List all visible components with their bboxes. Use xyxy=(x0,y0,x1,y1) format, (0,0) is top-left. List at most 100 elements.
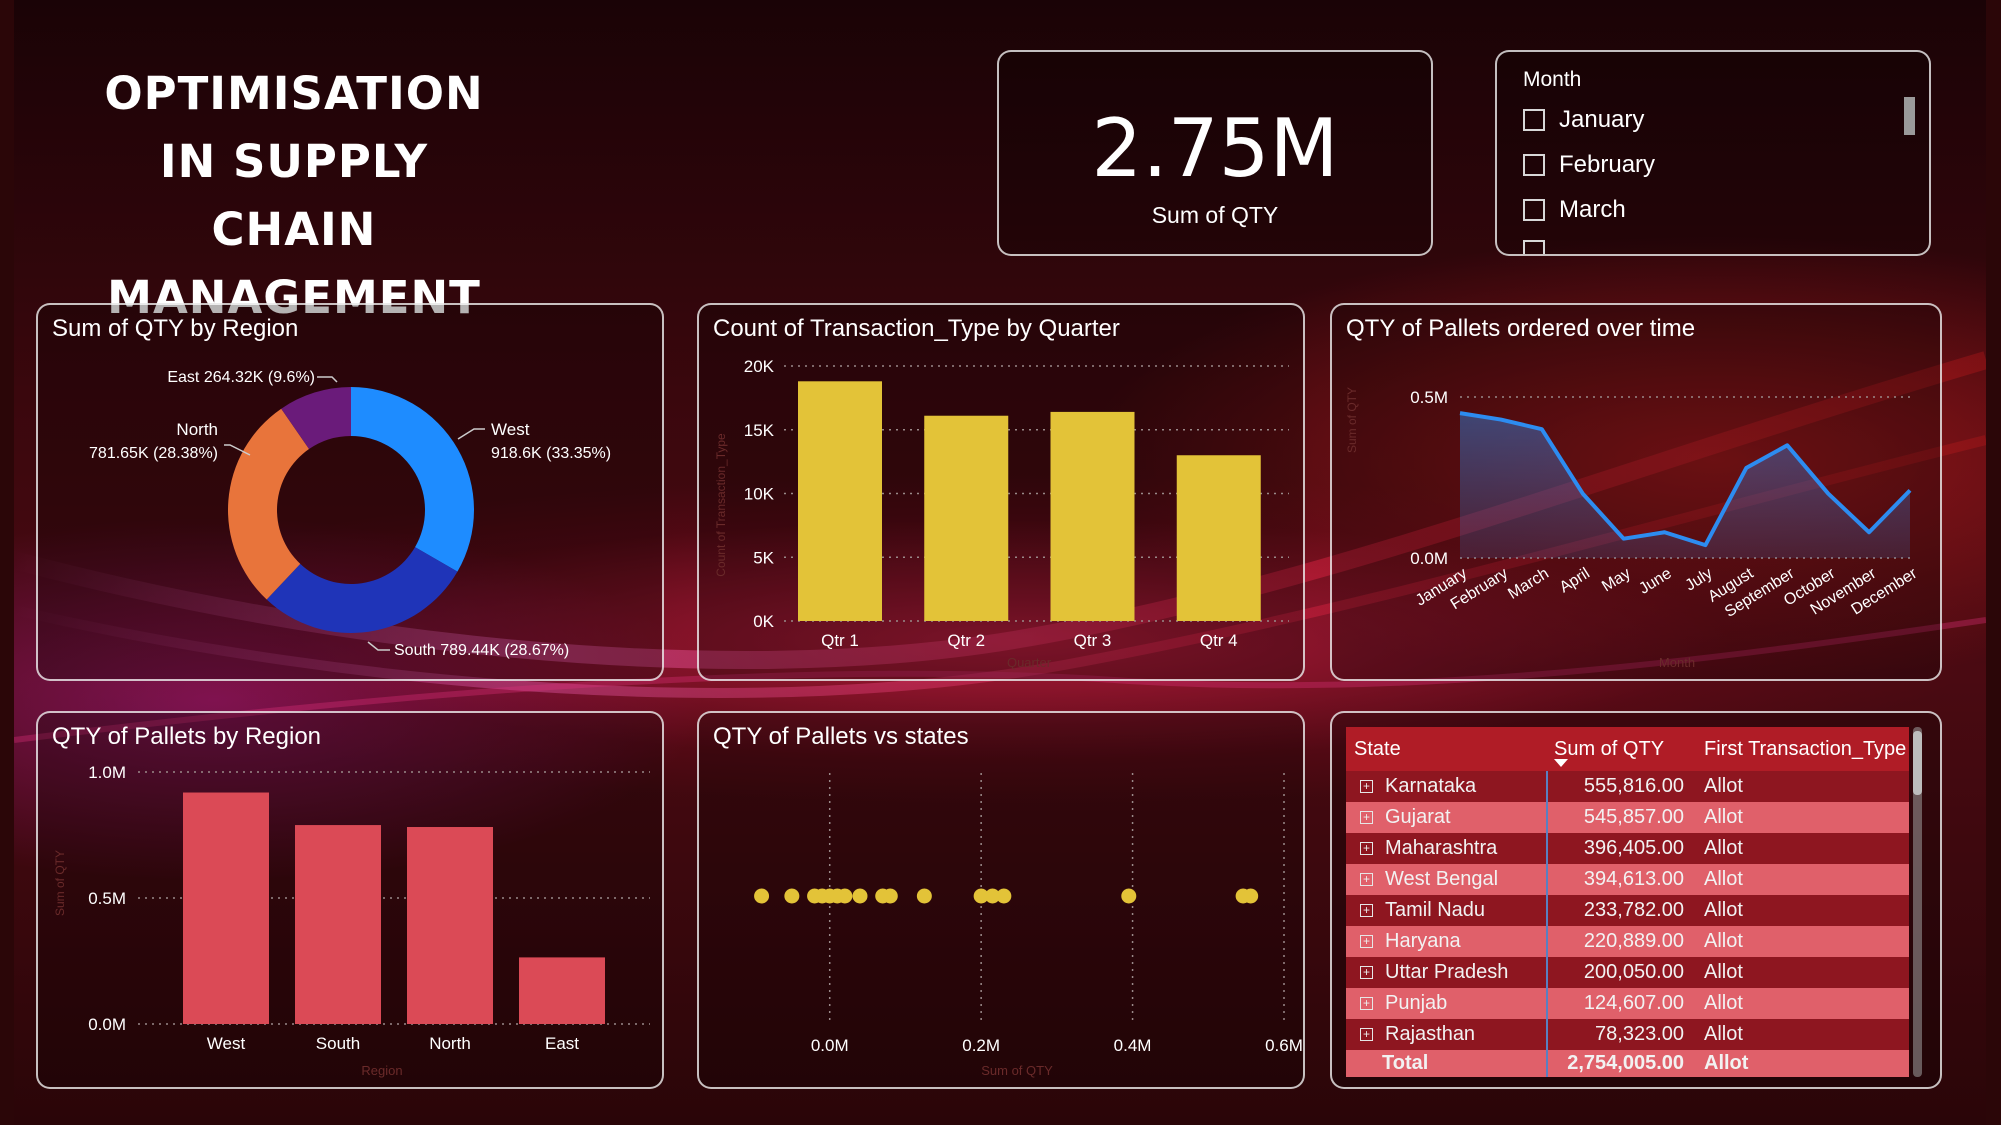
header-sum-of-qty[interactable]: Sum of QTY xyxy=(1546,727,1696,771)
cell-qty: 545,857.00 xyxy=(1546,802,1696,833)
x-axis-title: Sum of QTY xyxy=(981,1063,1053,1078)
dashboard-title: OPTIMISATION IN SUPPLY CHAIN MANAGEMENT xyxy=(94,60,494,332)
bar xyxy=(924,415,1009,621)
title-line-1: OPTIMISATION IN SUPPLY xyxy=(104,67,484,188)
table-row[interactable]: + Gujarat 545,857.00 Allot xyxy=(1346,802,1909,833)
scatter-point xyxy=(852,888,868,904)
cell-type: Allot xyxy=(1704,992,1743,1014)
x-tick-label: South xyxy=(316,1034,360,1053)
time-chart-panel: QTY of Pallets ordered over time Sum of … xyxy=(1330,303,1942,681)
header-transaction-type[interactable]: First Transaction_Type xyxy=(1696,738,1909,761)
expand-icon[interactable]: + xyxy=(1360,904,1373,917)
table-row[interactable]: + Rajasthan 78,323.00 Allot xyxy=(1346,1019,1909,1050)
expand-icon[interactable]: + xyxy=(1360,997,1373,1010)
cell-state: + Haryana xyxy=(1346,930,1546,953)
dashboard-canvas: OPTIMISATION IN SUPPLY CHAIN MANAGEMENT … xyxy=(14,0,1986,1125)
cell-qty: 78,323.00 xyxy=(1546,1019,1696,1050)
kpi-value: 2.75M xyxy=(1091,102,1339,195)
scatter-point xyxy=(996,888,1012,904)
y-axis-title: Sum of QTY xyxy=(1345,387,1359,453)
y-tick-label: 0.0M xyxy=(88,1015,126,1034)
scatter-point xyxy=(882,888,898,904)
cell-state: + Maharashtra xyxy=(1346,837,1546,860)
cell-state: + West Bengal xyxy=(1346,868,1546,891)
cell-type: Allot xyxy=(1704,806,1743,828)
cell-type: Allot xyxy=(1704,961,1743,983)
bar xyxy=(295,825,381,1024)
table-scrollbar-thumb[interactable] xyxy=(1913,731,1922,795)
table-row[interactable]: + Tamil Nadu 233,782.00 Allot xyxy=(1346,895,1909,926)
state-name: Punjab xyxy=(1385,992,1448,1014)
time-area-chart: Sum of QTY Month 0.0M0.5MJanuaryFebruary… xyxy=(1345,387,1921,670)
expand-icon[interactable]: + xyxy=(1360,873,1373,886)
label-south: South 789.44K (28.67%) xyxy=(394,642,569,659)
slicer-item-february[interactable]: February xyxy=(1523,151,1655,179)
total-label: Total xyxy=(1382,1052,1429,1074)
scatter-point xyxy=(1243,888,1259,904)
expand-icon[interactable]: + xyxy=(1360,1028,1373,1041)
scatter-point xyxy=(916,888,932,904)
slicer-item-january[interactable]: January xyxy=(1523,106,1644,134)
leader-line-west xyxy=(457,428,485,440)
header-state[interactable]: State xyxy=(1346,738,1546,761)
cell-type: Allot xyxy=(1704,899,1743,921)
state-table-panel: State Sum of QTY First Transaction_Type … xyxy=(1330,711,1942,1089)
bar xyxy=(1176,455,1261,621)
label-west-value: 918.6K (33.35%) xyxy=(491,445,611,462)
scatter-point xyxy=(754,888,770,904)
checkbox-icon[interactable] xyxy=(1523,240,1545,254)
y-axis-title: Sum of QTY xyxy=(53,850,67,916)
x-axis-title: Month xyxy=(1659,655,1695,670)
state-name: West Bengal xyxy=(1385,868,1499,890)
kpi-card: 2.75M Sum of QTY xyxy=(997,50,1433,256)
cell-type: Allot xyxy=(1704,930,1743,952)
table-body: + Karnataka 555,816.00 Allot + Gujarat 545,857… xyxy=(1346,771,1909,1050)
cell-type: Allot xyxy=(1704,775,1743,797)
cell-state: + Uttar Pradesh xyxy=(1346,961,1546,984)
expand-icon[interactable]: + xyxy=(1360,966,1373,979)
state-name: Rajasthan xyxy=(1385,1023,1476,1045)
expand-icon[interactable]: + xyxy=(1360,935,1373,948)
area-fill xyxy=(1460,413,1910,558)
expand-icon[interactable]: + xyxy=(1360,780,1373,793)
slicer-scrollbar[interactable] xyxy=(1904,97,1915,135)
donut-chart: East 264.32K (9.6%) North 781.65K (28.38… xyxy=(89,369,611,659)
sort-descending-icon[interactable] xyxy=(1554,759,1568,767)
y-tick-label: 0.5M xyxy=(88,889,126,908)
cell-type: Allot xyxy=(1704,837,1743,859)
state-name: Maharashtra xyxy=(1385,837,1498,859)
x-tick-label: March xyxy=(1505,565,1552,603)
y-axis-title: Count of Transaction_Type xyxy=(714,433,728,577)
state-name: Tamil Nadu xyxy=(1385,899,1486,921)
cell-state: + Karnataka xyxy=(1346,775,1546,798)
cell-qty: 124,607.00 xyxy=(1546,988,1696,1019)
expand-icon[interactable]: + xyxy=(1360,811,1373,824)
table-row[interactable]: + Haryana 220,889.00 Allot xyxy=(1346,926,1909,957)
region-chart-panel: QTY of Pallets by Region Sum of QTY Regi… xyxy=(36,711,664,1089)
table-row[interactable]: + West Bengal 394,613.00 Allot xyxy=(1346,864,1909,895)
cell-type: Allot xyxy=(1704,1023,1743,1045)
table-row[interactable]: + Punjab 124,607.00 Allot xyxy=(1346,988,1909,1019)
scatter-point xyxy=(1121,888,1137,904)
checkbox-icon[interactable] xyxy=(1523,154,1545,176)
slicer-item-label: January xyxy=(1559,106,1645,133)
expand-icon[interactable]: + xyxy=(1360,842,1373,855)
x-tick-label: North xyxy=(429,1034,471,1053)
table-row[interactable]: + Uttar Pradesh 200,050.00 Allot xyxy=(1346,957,1909,988)
header-sum-of-qty-label: Sum of QTY xyxy=(1554,737,1665,760)
y-tick-label: 0K xyxy=(753,612,774,631)
scatter-point xyxy=(784,888,800,904)
cell-qty: 233,782.00 xyxy=(1546,895,1696,926)
table-row[interactable]: + Karnataka 555,816.00 Allot xyxy=(1346,771,1909,802)
y-tick-label: 20K xyxy=(744,357,775,376)
x-tick-label: 0.6M xyxy=(1265,1036,1303,1055)
checkbox-icon[interactable] xyxy=(1523,199,1545,221)
table-row[interactable]: + Maharashtra 396,405.00 Allot xyxy=(1346,833,1909,864)
kpi-label: Sum of QTY xyxy=(1151,202,1279,228)
slicer-item-partial[interactable] xyxy=(1523,240,1559,254)
x-tick-label: 0.4M xyxy=(1114,1036,1152,1055)
slicer-item-march[interactable]: March xyxy=(1523,196,1626,224)
checkbox-icon[interactable] xyxy=(1523,109,1545,131)
x-tick-label: Qtr 4 xyxy=(1200,631,1238,650)
bar xyxy=(1050,411,1135,621)
